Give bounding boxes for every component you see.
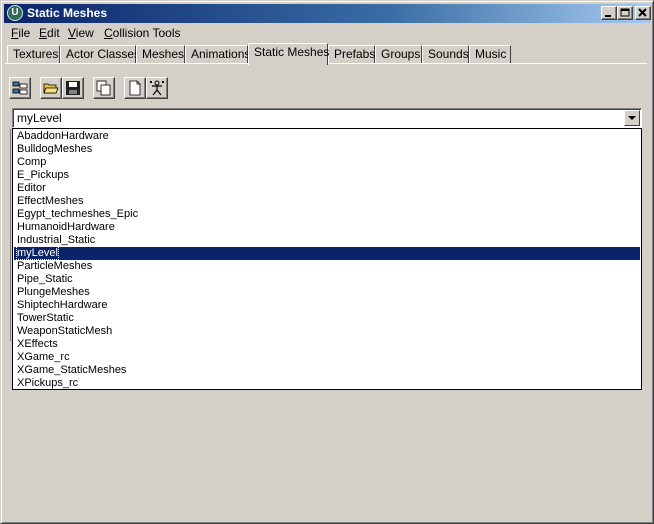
list-item[interactable]: AbaddonHardware	[14, 130, 640, 143]
package-list[interactable]: AbaddonHardware BulldogMeshes Comp E_Pic…	[12, 128, 642, 390]
skeleton-button[interactable]	[146, 77, 168, 99]
list-item[interactable]: ParticleMeshes	[14, 260, 640, 273]
panel-edge	[10, 129, 11, 341]
maximize-button[interactable]	[617, 6, 633, 20]
open-package-button[interactable]	[40, 77, 62, 99]
list-item[interactable]: Editor	[14, 182, 640, 195]
title-bar[interactable]: U Static Meshes	[4, 4, 651, 23]
list-item[interactable]: BulldogMeshes	[14, 143, 640, 156]
duplicate-button[interactable]	[93, 77, 115, 99]
list-item[interactable]: EffectMeshes	[14, 195, 640, 208]
package-dropdown-value: myLevel	[17, 111, 62, 125]
browser-view-button[interactable]	[9, 77, 31, 99]
menu-file[interactable]: File	[11, 26, 30, 40]
list-item[interactable]: Egypt_techmeshes_Epic	[14, 208, 640, 221]
save-icon	[66, 81, 80, 95]
list-item[interactable]: XGame_StaticMeshes	[14, 364, 640, 377]
maximize-icon	[620, 8, 630, 17]
list-item[interactable]: XEffects	[14, 338, 640, 351]
tab-animations[interactable]: Animations	[185, 45, 250, 63]
menu-bar: File Edit View Collision Tools	[4, 24, 650, 42]
tab-actor-classes[interactable]: Actor Classes	[60, 45, 140, 63]
close-icon	[638, 8, 647, 17]
window-title: Static Meshes	[27, 6, 108, 20]
chevron-down-icon[interactable]	[624, 110, 640, 126]
save-package-button[interactable]	[62, 77, 84, 99]
new-file-icon	[129, 80, 141, 96]
menu-edit[interactable]: Edit	[39, 26, 60, 40]
list-item[interactable]: ShiptechHardware	[14, 299, 640, 312]
tab-static-meshes[interactable]: Static Meshes	[248, 43, 329, 65]
list-item[interactable]: XGame_rc	[14, 351, 640, 364]
list-item[interactable]: Comp	[14, 156, 640, 169]
list-item-selected[interactable]: myLevel	[14, 246, 640, 260]
menu-view[interactable]: View	[68, 26, 94, 40]
toolbar	[9, 77, 649, 101]
minimize-button[interactable]	[601, 6, 617, 20]
list-item[interactable]: PlungeMeshes	[14, 286, 640, 299]
new-button[interactable]	[124, 77, 146, 99]
close-button[interactable]	[635, 6, 651, 20]
open-folder-icon	[43, 83, 59, 94]
list-item[interactable]: WeaponStaticMesh	[14, 325, 640, 338]
browser-view-icon	[12, 81, 28, 95]
list-item[interactable]: XPickups_rc	[14, 377, 640, 390]
tab-prefabs[interactable]: Prefabs	[328, 45, 375, 63]
package-dropdown[interactable]: myLevel	[12, 108, 642, 128]
menu-collision-tools[interactable]: Collision Tools	[104, 26, 181, 40]
unreal-logo-icon[interactable]: U	[7, 5, 23, 21]
list-item[interactable]: E_Pickups	[14, 169, 640, 182]
duplicate-icon	[96, 80, 111, 96]
list-item[interactable]: HumanoidHardware	[14, 221, 640, 234]
skeleton-icon	[150, 80, 164, 96]
tab-groups[interactable]: Groups	[375, 45, 422, 63]
list-item[interactable]: Industrial_Static	[14, 234, 640, 247]
browser-tabs: Textures Actor Classes Meshes Animations…	[7, 43, 647, 65]
list-item[interactable]: TowerStatic	[14, 312, 640, 325]
tab-meshes[interactable]: Meshes	[136, 45, 185, 63]
list-item[interactable]: Pipe_Static	[14, 273, 640, 286]
minimize-icon	[605, 15, 611, 17]
tab-music[interactable]: Music	[469, 45, 511, 63]
selected-item-label: myLevel	[16, 246, 59, 260]
static-meshes-window: U Static Meshes File Edit View Collision…	[0, 0, 654, 524]
tab-textures[interactable]: Textures	[7, 45, 60, 63]
tab-sounds[interactable]: Sounds	[422, 45, 469, 63]
